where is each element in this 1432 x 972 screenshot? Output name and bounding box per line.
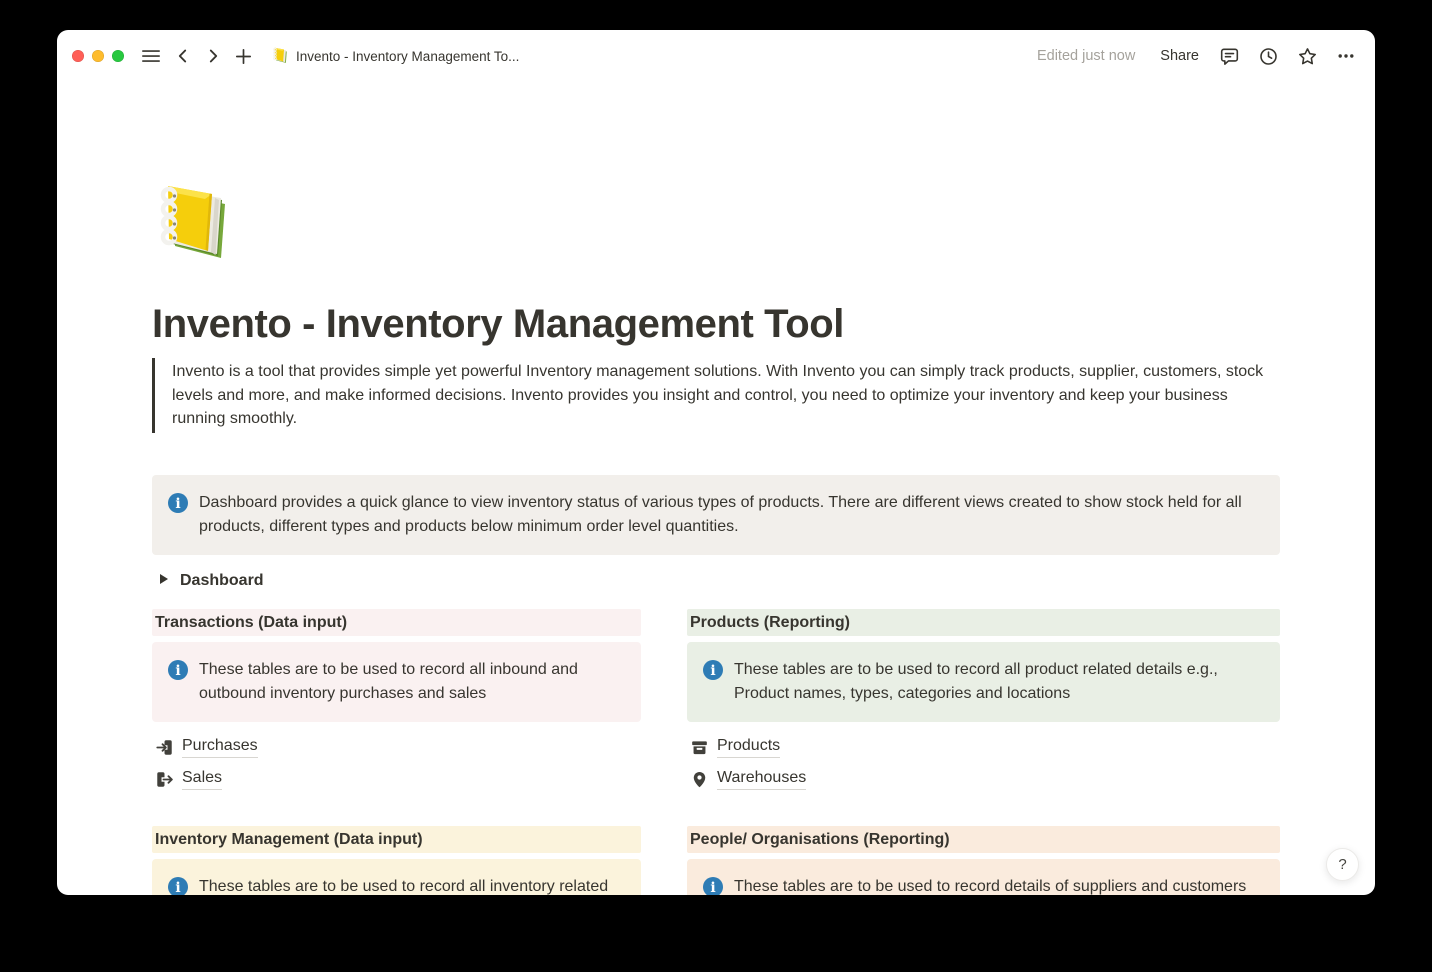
ledger-notebook-icon [272, 46, 288, 66]
archive-box-icon [691, 739, 708, 756]
enter-door-icon [156, 739, 173, 756]
section-header-people-organisations: People/ Organisations (Reporting) [687, 826, 1280, 853]
hamburger-icon [142, 48, 160, 64]
dashboard-callout-text: Dashboard provides a quick glance to vie… [199, 491, 1264, 539]
updates-button[interactable] [1255, 43, 1281, 69]
people-organisations-callout: i These tables are to be used to record … [687, 859, 1280, 896]
plus-icon [235, 48, 252, 65]
page-link-sales[interactable]: Sales [152, 764, 641, 796]
comments-button[interactable] [1216, 43, 1242, 69]
svg-text:i: i [175, 880, 180, 896]
transactions-links: Purchases Sales [152, 732, 641, 796]
columns-row-2: Inventory Management (Data input) i Thes… [152, 826, 1280, 896]
sidebar-menu-button[interactable] [138, 43, 164, 69]
warehouses-link[interactable]: Warehouses [717, 769, 806, 790]
titlebar: Invento - Inventory Management To... Edi… [57, 30, 1375, 82]
products-callout-text: These tables are to be used to record al… [734, 658, 1264, 706]
edited-status: Edited just now [1037, 48, 1135, 64]
clock-icon [1259, 47, 1278, 66]
info-icon: i [703, 877, 723, 896]
back-button[interactable] [170, 43, 196, 69]
history-nav [170, 43, 256, 69]
exit-door-icon [156, 771, 173, 788]
section-header-products: Products (Reporting) [687, 609, 1280, 636]
info-icon: i [168, 493, 188, 513]
help-button[interactable]: ? [1326, 848, 1359, 881]
page-content: Invento - Inventory Management Tool Inve… [57, 82, 1375, 895]
page-title: Invento - Inventory Management Tool [152, 300, 1280, 348]
breadcrumb[interactable]: Invento - Inventory Management To... [272, 46, 519, 66]
page-link-purchases[interactable]: Purchases [152, 732, 641, 764]
info-icon: i [168, 660, 188, 680]
people-organisations-callout-text: These tables are to be used to record de… [734, 875, 1246, 896]
dashboard-toggle-label: Dashboard [180, 572, 264, 590]
page-icon-ledger-notebook[interactable] [154, 178, 232, 258]
section-header-transactions: Transactions (Data input) [152, 609, 641, 636]
inventory-management-callout: i These tables are to be used to record … [152, 859, 641, 896]
section-header-inventory-management: Inventory Management (Data input) [152, 826, 641, 853]
section-inventory-management: Inventory Management (Data input) i Thes… [152, 826, 641, 896]
ellipsis-icon [1337, 47, 1355, 65]
close-window-button[interactable] [72, 50, 84, 62]
info-icon: i [168, 877, 188, 896]
sales-link[interactable]: Sales [182, 769, 222, 790]
new-tab-button[interactable] [230, 43, 256, 69]
purchases-link[interactable]: Purchases [182, 737, 258, 758]
favorite-button[interactable] [1294, 43, 1320, 69]
location-pin-icon [691, 771, 708, 788]
share-button[interactable]: Share [1156, 46, 1203, 66]
chevron-left-icon [175, 48, 191, 64]
titlebar-actions: Edited just now Share [1037, 43, 1359, 69]
comment-bubble-icon [1220, 47, 1239, 66]
chevron-right-icon [205, 48, 221, 64]
toggle-triangle-icon [159, 572, 169, 590]
transactions-callout: i These tables are to be used to record … [152, 642, 641, 722]
svg-text:i: i [710, 880, 715, 896]
products-callout: i These tables are to be used to record … [687, 642, 1280, 722]
intro-quote: Invento is a tool that provides simple y… [152, 358, 1280, 433]
dashboard-toggle[interactable]: Dashboard [152, 567, 1280, 595]
zoom-window-button[interactable] [112, 50, 124, 62]
more-options-button[interactable] [1333, 43, 1359, 69]
section-products: Products (Reporting) i These tables are … [687, 609, 1280, 796]
minimize-window-button[interactable] [92, 50, 104, 62]
products-link[interactable]: Products [717, 737, 780, 758]
traffic-lights [72, 50, 124, 62]
products-links: Products Warehouses [687, 732, 1280, 796]
star-icon [1298, 47, 1317, 66]
forward-button[interactable] [200, 43, 226, 69]
svg-text:i: i [175, 496, 180, 512]
dashboard-callout: i Dashboard provides a quick glance to v… [152, 475, 1280, 555]
columns-row-1: Transactions (Data input) i These tables… [152, 609, 1280, 796]
svg-text:i: i [175, 663, 180, 679]
info-icon: i [703, 660, 723, 680]
notion-window: Invento - Inventory Management To... Edi… [57, 30, 1375, 895]
page-link-warehouses[interactable]: Warehouses [687, 764, 1280, 796]
tab-title-text: Invento - Inventory Management To... [296, 49, 519, 64]
section-transactions: Transactions (Data input) i These tables… [152, 609, 641, 796]
section-people-organisations: People/ Organisations (Reporting) i Thes… [687, 826, 1280, 896]
page-link-products[interactable]: Products [687, 732, 1280, 764]
svg-text:i: i [710, 663, 715, 679]
transactions-callout-text: These tables are to be used to record al… [199, 658, 625, 706]
inventory-management-callout-text: These tables are to be used to record al… [199, 875, 625, 896]
